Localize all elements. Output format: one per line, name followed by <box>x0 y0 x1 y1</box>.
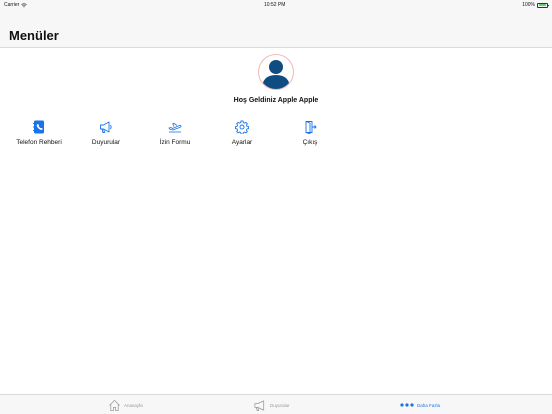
status-right: 100% <box>522 2 549 8</box>
megaphone-icon <box>100 121 112 133</box>
menu-label-settings: Ayarlar <box>231 139 253 146</box>
status-bar: Carrier 10:52 PM 100% <box>0 0 552 10</box>
menu-item-settings[interactable]: Ayarlar <box>207 120 277 146</box>
welcome-text: Hoş Geldiniz Apple Apple <box>233 97 319 104</box>
tab-label-home: Anasayfa <box>124 402 143 408</box>
airplane-icon <box>168 122 182 133</box>
menu-item-logout[interactable]: Çıkış <box>275 120 345 146</box>
navigation-bar: Menüler <box>0 10 552 48</box>
page-title: Menüler <box>9 28 59 43</box>
more-icon <box>400 403 414 407</box>
status-time: 10:52 PM <box>264 2 286 8</box>
menu-item-announcements[interactable]: Duyurular <box>71 120 141 146</box>
status-left: Carrier <box>4 2 28 8</box>
exit-icon <box>305 121 317 134</box>
menu-item-phonebook[interactable]: Telefon Rehberi <box>4 120 74 146</box>
megaphone-icon <box>254 399 265 411</box>
menu-label-announcements: Duyurular <box>91 139 121 146</box>
battery-percent: 100% <box>522 2 535 8</box>
tab-home[interactable]: Anasayfa <box>108 398 143 412</box>
menu-item-leave-form[interactable]: İzin Formu <box>140 120 210 146</box>
tab-label-more: Daha Fazla <box>417 402 441 408</box>
home-icon <box>109 399 120 411</box>
tab-more[interactable]: Daha Fazla <box>400 398 440 412</box>
menu-label-logout: Çıkış <box>302 139 318 146</box>
tab-bar: Anasayfa Duyurular Daha Fazla <box>0 394 552 414</box>
avatar <box>258 54 294 90</box>
battery-fill <box>538 4 547 6</box>
gear-icon <box>235 120 249 134</box>
tab-announcements[interactable]: Duyurular <box>253 398 290 412</box>
battery-icon <box>536 2 549 8</box>
phonebook-icon <box>33 120 44 134</box>
tab-label-announcements: Duyurular <box>270 402 290 408</box>
user-icon <box>262 60 290 89</box>
wifi-icon <box>21 2 28 7</box>
profile-section: Hoş Geldiniz Apple Apple <box>0 54 552 104</box>
carrier-label: Carrier <box>4 2 20 8</box>
menu-label-phonebook: Telefon Rehberi <box>16 139 62 146</box>
menu-label-leave-form: İzin Formu <box>159 139 191 146</box>
